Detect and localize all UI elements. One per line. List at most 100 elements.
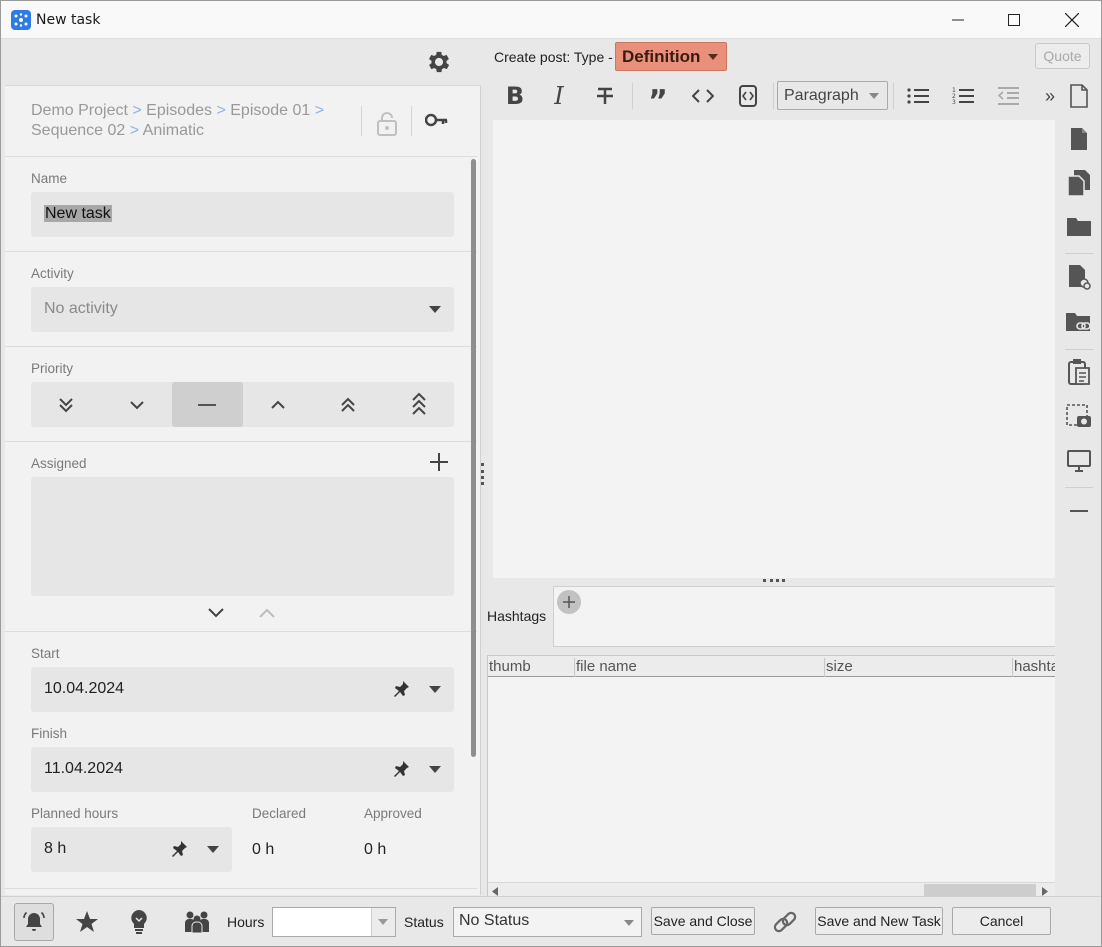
hours-input[interactable] (272, 907, 396, 937)
approved-label: Approved (364, 806, 422, 821)
file-link-icon[interactable] (1065, 263, 1093, 291)
collapse-chevron-icon[interactable] (258, 606, 276, 620)
divider (361, 106, 362, 136)
paragraph-style-value: Paragraph (784, 87, 859, 104)
activity-select[interactable]: No activity (31, 287, 454, 332)
chevron-down-icon (378, 919, 388, 925)
title-bar: New task (1, 1, 1101, 39)
name-field[interactable]: New task (31, 192, 454, 237)
minimize-button[interactable] (929, 1, 987, 39)
hours-dropdown-button[interactable] (371, 908, 395, 936)
star-icon[interactable] (67, 903, 107, 941)
file-icon[interactable] (1065, 125, 1093, 153)
monitor-icon[interactable] (1065, 447, 1093, 475)
priority-critical-button[interactable] (384, 382, 455, 427)
hashtags-field[interactable] (553, 586, 1055, 647)
key-icon[interactable] (424, 112, 451, 132)
column-header-file-name[interactable]: file name (574, 658, 637, 677)
new-page-icon[interactable] (1065, 82, 1093, 110)
bold-icon[interactable]: B (495, 77, 535, 115)
screenshot-icon[interactable] (1065, 403, 1093, 431)
paragraph-style-select[interactable]: Paragraph (777, 81, 888, 110)
maximize-button[interactable] (985, 1, 1043, 39)
post-type-value: Definition (622, 47, 701, 66)
assigned-list[interactable] (31, 477, 454, 596)
chevron-down-icon[interactable] (207, 846, 219, 853)
planned-hours-field[interactable]: 8 h (31, 827, 232, 872)
italic-icon[interactable]: I (539, 77, 579, 115)
outdent-icon[interactable] (988, 77, 1028, 115)
name-input-value[interactable]: New task (44, 205, 112, 223)
breadcrumb-item[interactable]: Episodes (146, 102, 212, 119)
start-date-field[interactable]: 10.04.2024 (31, 667, 454, 712)
lightbulb-icon[interactable] (119, 903, 159, 941)
panel-splitter[interactable] (481, 463, 485, 485)
breadcrumb-item[interactable]: Demo Project (31, 102, 128, 119)
column-header-hashtags[interactable]: hashtags (1012, 658, 1055, 677)
minus-icon[interactable] (1065, 497, 1093, 525)
priority-low-button[interactable] (102, 382, 173, 427)
more-icon[interactable]: » (1030, 77, 1070, 115)
chevron-down-icon[interactable] (429, 766, 441, 773)
task-window: New task Demo Project > Episodes > Episo… (0, 0, 1102, 947)
expand-chevron-icon[interactable] (207, 606, 225, 620)
priority-highest-button[interactable] (313, 382, 384, 427)
finish-date-value: 11.04.2024 (44, 760, 123, 777)
strikethrough-icon[interactable] (585, 77, 625, 115)
pin-icon[interactable] (169, 839, 189, 859)
attachments-table: thumb file name size hashtags (487, 655, 1055, 899)
post-type-dropdown[interactable]: Definition (615, 42, 727, 71)
save-and-close-button[interactable]: Save and Close (651, 907, 755, 935)
left-panel-scrollbar[interactable] (471, 159, 476, 757)
priority-high-button[interactable] (243, 382, 314, 427)
gear-icon[interactable] (425, 48, 453, 76)
column-header-size[interactable]: size (824, 658, 853, 677)
pin-icon[interactable] (391, 679, 411, 699)
name-label: Name (31, 171, 68, 186)
status-select[interactable]: No Status (453, 907, 642, 937)
breadcrumb-item[interactable]: Episode 01 (230, 102, 310, 119)
link-icon[interactable] (765, 903, 805, 941)
lock-icon[interactable] (375, 110, 399, 136)
formatting-toolbar: B I ” Paragraph 123 » (493, 77, 1063, 117)
quote-button[interactable]: Quote (1035, 43, 1090, 69)
chevron-down-icon[interactable] (429, 686, 441, 693)
team-icon[interactable] (177, 903, 217, 941)
numbered-list-icon[interactable]: 123 (943, 77, 983, 115)
post-editor[interactable] (493, 120, 1055, 578)
priority-lowest-button[interactable] (31, 382, 102, 427)
priority-label: Priority (31, 361, 74, 376)
save-and-new-task-button[interactable]: Save and New Task (815, 907, 943, 935)
quote-icon[interactable]: ” (638, 77, 678, 117)
breadcrumb-separator: > (216, 102, 226, 119)
add-hashtag-icon[interactable] (557, 590, 581, 614)
chevron-down-icon (708, 54, 718, 60)
app-logo-icon (11, 10, 31, 30)
section-divider (5, 631, 477, 632)
breadcrumb-item[interactable]: Sequence 02 (31, 122, 125, 139)
toolbar-separator (893, 83, 894, 109)
folder-icon[interactable] (1065, 212, 1093, 240)
priority-selector (31, 382, 454, 427)
section-divider (5, 346, 477, 347)
pin-icon[interactable] (391, 759, 411, 779)
priority-normal-button[interactable] (172, 382, 243, 427)
bullet-list-icon[interactable] (898, 77, 938, 115)
notifications-bell-icon[interactable] (14, 903, 54, 941)
cancel-button[interactable]: Cancel (952, 907, 1051, 935)
status-value: No Status (459, 912, 530, 929)
close-button[interactable] (1043, 1, 1101, 39)
copy-files-icon[interactable] (1065, 169, 1093, 197)
finish-date-field[interactable]: 11.04.2024 (31, 747, 454, 792)
code-icon[interactable] (683, 77, 723, 115)
add-assignee-icon[interactable] (429, 452, 449, 472)
breadcrumb-item[interactable]: Animatic (143, 122, 204, 139)
editor-splitter[interactable] (763, 579, 785, 583)
code-block-icon[interactable] (728, 77, 768, 115)
activity-label: Activity (31, 266, 74, 281)
scroll-left-icon[interactable] (492, 887, 500, 896)
column-header-thumb[interactable]: thumb (488, 658, 531, 677)
clipboard-icon[interactable] (1065, 358, 1093, 386)
folder-link-icon[interactable] (1065, 308, 1093, 336)
scroll-right-icon[interactable] (1040, 887, 1048, 896)
